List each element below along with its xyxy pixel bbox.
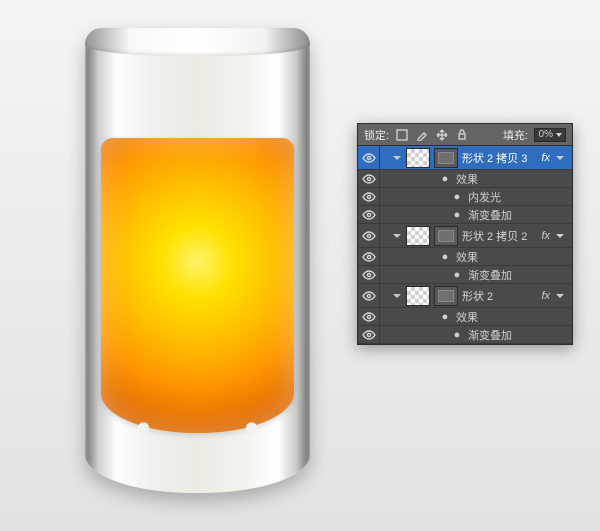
visibility-toggle[interactable]	[358, 206, 380, 224]
layer-mask-thumbnail[interactable]	[434, 286, 458, 306]
layer-thumbnail[interactable]	[406, 226, 430, 246]
fx-badge: fx	[541, 290, 550, 302]
effect-name: 内发光	[468, 189, 501, 205]
visibility-toggle[interactable]	[358, 170, 380, 188]
expand-toggle[interactable]	[392, 232, 402, 240]
lock-move-icon[interactable]	[435, 128, 449, 142]
fx-badge: fx	[541, 230, 550, 242]
effect-row[interactable]: ● 渐变叠加	[358, 206, 572, 224]
visibility-toggle[interactable]	[358, 248, 380, 266]
layer-row[interactable]: 形状 2 拷贝 2 fx	[358, 224, 572, 248]
effects-header-row: ● 效果	[358, 248, 572, 266]
visibility-toggle[interactable]	[358, 224, 380, 248]
bullet-icon: ●	[452, 191, 462, 203]
fx-expand-icon[interactable]	[556, 231, 566, 241]
layer-thumbnail[interactable]	[406, 148, 430, 168]
layers-panel-header: 锁定: 填充: 0%	[358, 124, 572, 146]
visibility-toggle[interactable]	[358, 326, 380, 344]
effects-header-row: ● 效果	[358, 308, 572, 326]
lock-label: 锁定:	[364, 127, 389, 143]
visibility-toggle[interactable]	[358, 284, 380, 308]
layers-panel: 锁定: 填充: 0% 形状 2 拷贝 3 fx ● 效果	[357, 123, 573, 345]
bullet-icon: ●	[452, 329, 462, 341]
layer-mask-thumbnail[interactable]	[434, 148, 458, 168]
canvas-liquid-shape	[101, 138, 294, 433]
visibility-toggle[interactable]	[358, 308, 380, 326]
expand-toggle[interactable]	[392, 154, 402, 162]
lock-all-icon[interactable]	[455, 128, 469, 142]
layer-name[interactable]: 形状 2 拷贝 3	[462, 150, 537, 166]
fx-expand-icon[interactable]	[556, 291, 566, 301]
layer-row[interactable]: 形状 2 fx	[358, 284, 572, 308]
layer-name[interactable]: 形状 2	[462, 288, 537, 304]
visibility-toggle[interactable]	[358, 266, 380, 284]
layer-thumbnail[interactable]	[406, 286, 430, 306]
canvas-glass-shape	[85, 28, 310, 493]
layer-row[interactable]: 形状 2 拷贝 3 fx	[358, 146, 572, 170]
bullet-icon: ●	[452, 269, 462, 281]
expand-toggle[interactable]	[392, 292, 402, 300]
bullet-icon: ●	[452, 209, 462, 221]
effects-header-row: ● 效果	[358, 170, 572, 188]
effect-name: 渐变叠加	[468, 207, 512, 223]
fx-badge: fx	[541, 152, 550, 164]
effects-label: 效果	[456, 309, 478, 325]
lock-brush-icon[interactable]	[415, 128, 429, 142]
effects-label: 效果	[456, 249, 478, 265]
layers-list: 形状 2 拷贝 3 fx ● 效果 ● 内发光 ● 渐变叠加	[358, 146, 572, 344]
fill-label: 填充:	[503, 127, 528, 143]
bullet-icon: ●	[440, 311, 450, 323]
visibility-toggle[interactable]	[358, 146, 380, 170]
effects-label: 效果	[456, 171, 478, 187]
effect-name: 渐变叠加	[468, 267, 512, 283]
effect-row[interactable]: ● 内发光	[358, 188, 572, 206]
fill-value: 0%	[539, 129, 553, 140]
lock-transparent-icon[interactable]	[395, 128, 409, 142]
layer-mask-thumbnail[interactable]	[434, 226, 458, 246]
bullet-icon: ●	[440, 251, 450, 263]
layer-name[interactable]: 形状 2 拷贝 2	[462, 228, 537, 244]
effect-row[interactable]: ● 渐变叠加	[358, 326, 572, 344]
effect-row[interactable]: ● 渐变叠加	[358, 266, 572, 284]
effect-name: 渐变叠加	[468, 327, 512, 343]
bullet-icon: ●	[440, 173, 450, 185]
fx-expand-icon[interactable]	[556, 153, 566, 163]
fill-value-dropdown[interactable]: 0%	[534, 128, 566, 142]
visibility-toggle[interactable]	[358, 188, 380, 206]
